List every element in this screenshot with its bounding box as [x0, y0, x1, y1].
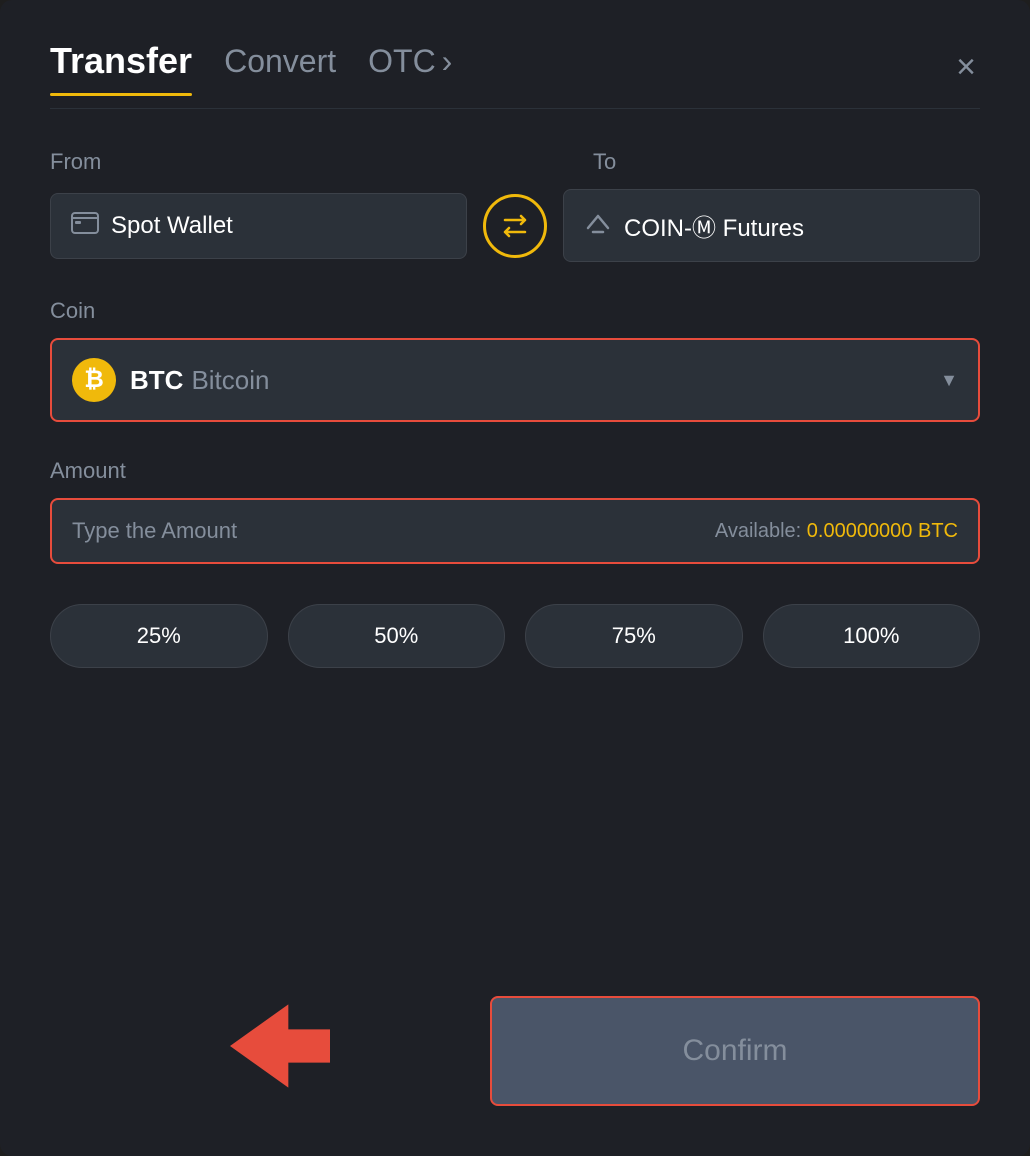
from-to-labels: From To	[50, 149, 980, 175]
percent-row: 25% 50% 75% 100%	[50, 604, 980, 668]
modal-header: Transfer Convert OTC › ×	[50, 40, 980, 94]
available-label: Available: 0.00000000 BTC	[715, 520, 958, 543]
confirm-button[interactable]: Confirm	[490, 996, 980, 1106]
coin-fullname: Bitcoin	[191, 365, 269, 396]
tab-transfer[interactable]: Transfer	[50, 40, 192, 94]
chevron-down-icon: ▼	[940, 370, 958, 391]
from-label: From	[50, 149, 437, 175]
percent-75-button[interactable]: 75%	[525, 604, 743, 668]
coin-symbol: BTC	[130, 365, 183, 396]
to-label: To	[593, 149, 980, 175]
coin-label: Coin	[50, 298, 980, 324]
from-to-row: Spot Wallet COIN-Ⓜ Futures	[50, 189, 980, 262]
amount-section: Amount Available: 0.00000000 BTC	[50, 458, 980, 564]
from-to-section: From To Spot Wallet	[50, 149, 980, 262]
coin-section: Coin ₿ BTC Bitcoin ▼	[50, 298, 980, 422]
to-wallet-name: COIN-Ⓜ Futures	[624, 208, 804, 243]
arrow-indicator	[230, 1001, 330, 1096]
futures-icon	[584, 210, 612, 242]
percent-100-button[interactable]: 100%	[763, 604, 981, 668]
amount-input-box: Available: 0.00000000 BTC	[50, 498, 980, 564]
to-wallet-selector[interactable]: COIN-Ⓜ Futures	[563, 189, 980, 262]
coin-selector[interactable]: ₿ BTC Bitcoin ▼	[50, 338, 980, 422]
tab-otc[interactable]: OTC ›	[368, 43, 452, 92]
wallet-icon	[71, 212, 99, 240]
close-button[interactable]: ×	[952, 46, 980, 88]
available-amount: 0.00000000 BTC	[807, 520, 958, 542]
transfer-modal: Transfer Convert OTC › × From To	[0, 0, 1030, 1156]
percent-25-button[interactable]: 25%	[50, 604, 268, 668]
header-divider	[50, 108, 980, 109]
from-wallet-selector[interactable]: Spot Wallet	[50, 193, 467, 259]
otc-arrow-icon: ›	[442, 43, 453, 80]
from-wallet-name: Spot Wallet	[111, 212, 233, 240]
swap-button[interactable]	[483, 194, 547, 258]
bottom-area: Confirm	[50, 976, 980, 1106]
tab-convert[interactable]: Convert	[224, 43, 336, 92]
percent-50-button[interactable]: 50%	[288, 604, 506, 668]
amount-label: Amount	[50, 458, 980, 484]
btc-icon: ₿	[72, 358, 116, 402]
amount-input[interactable]	[72, 518, 715, 544]
